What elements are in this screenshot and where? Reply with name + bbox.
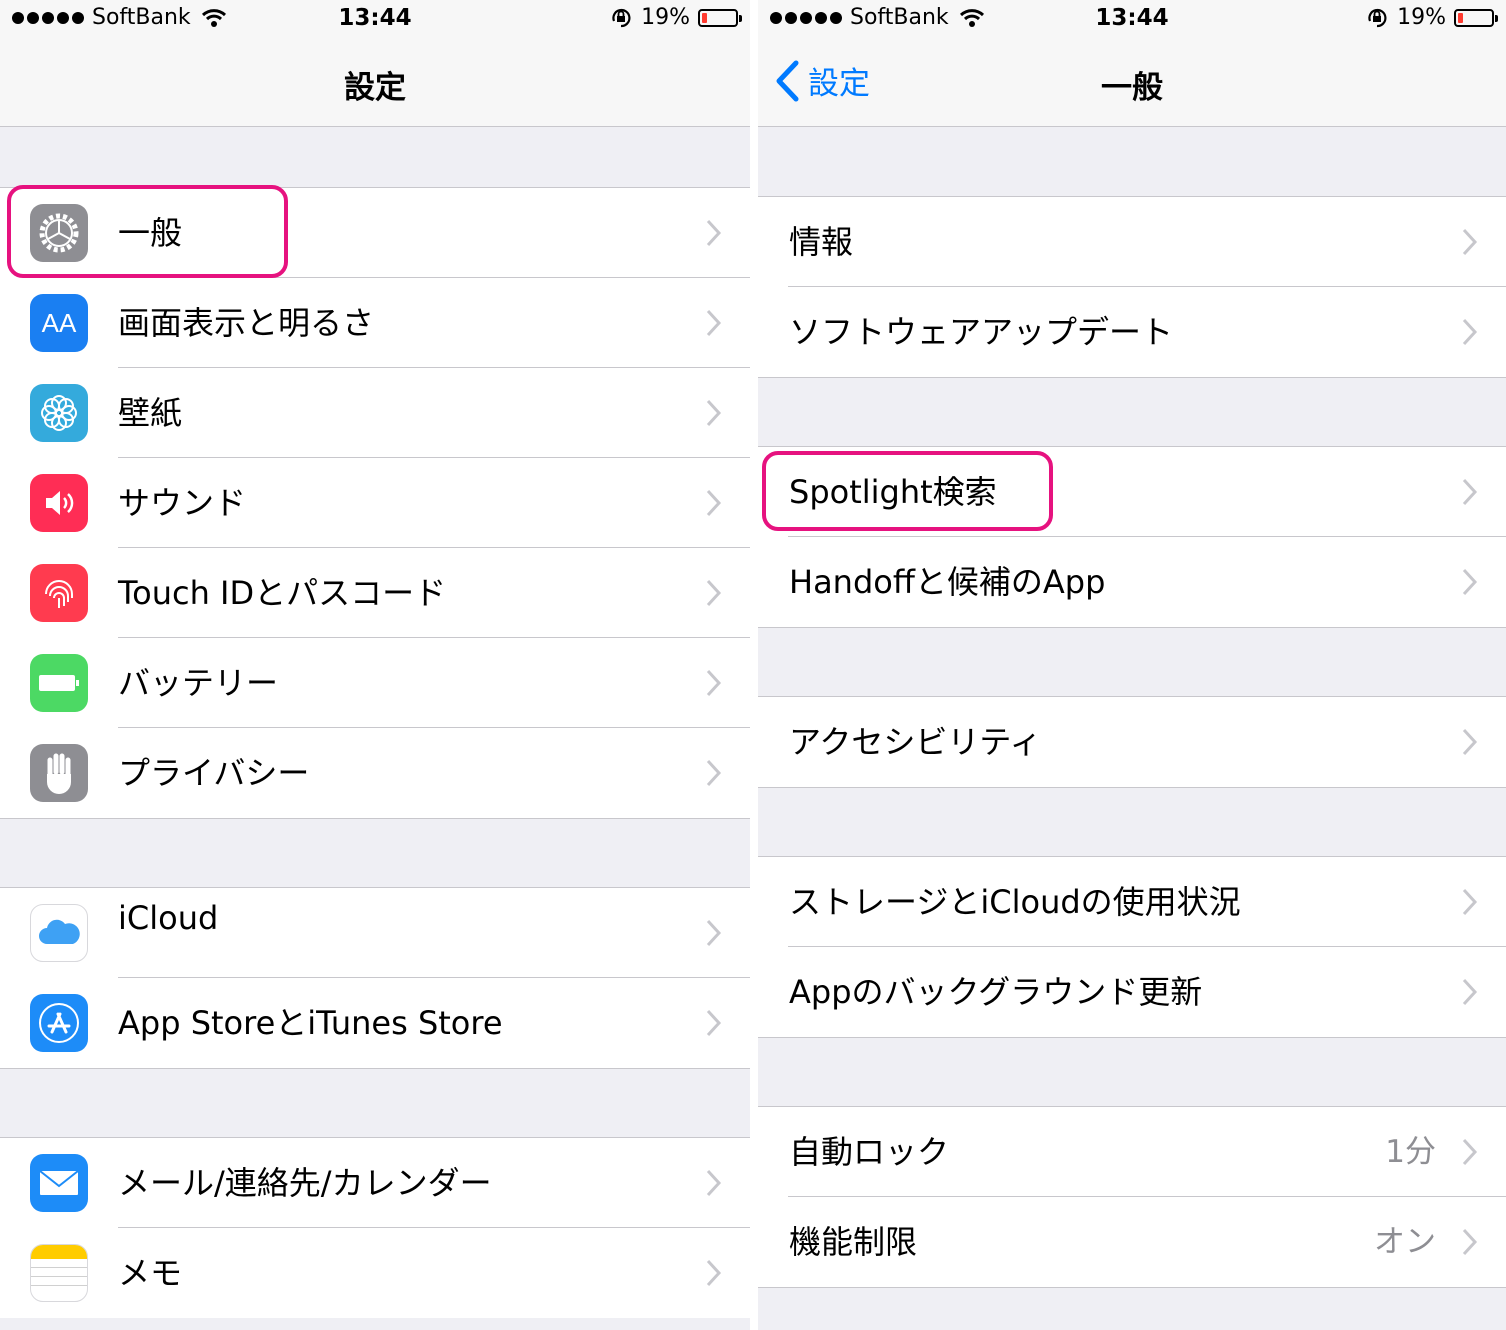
chevron-right-icon [1462, 228, 1478, 256]
chevron-right-icon [706, 759, 722, 787]
settings-item-app-store[interactable]: App StoreとiTunes Store [0, 978, 750, 1068]
flower-icon [30, 384, 88, 442]
chevron-right-icon [1462, 728, 1478, 756]
mail-icon [30, 1154, 88, 1212]
fingerprint-icon [30, 564, 88, 622]
chevron-right-icon [706, 1009, 722, 1037]
battery-icon [698, 8, 742, 27]
general-item-storage-icloud-usage[interactable]: ストレージとiCloudの使用状況 [758, 857, 1506, 947]
settings-item-label: iCloud [118, 899, 219, 937]
settings-item-label: App StoreとiTunes Store [118, 1004, 503, 1042]
settings-item-label: Touch IDとパスコード [118, 574, 447, 612]
settings-item-label: バッテリー [118, 664, 279, 702]
settings-item-sounds[interactable]: サウンド [0, 458, 750, 548]
chevron-right-icon [1462, 568, 1478, 596]
general-item-value: オン [1374, 1224, 1436, 1260]
page-title: 設定 [344, 70, 406, 106]
general-item-label: 機能制限 [789, 1223, 918, 1261]
settings-item-icloud[interactable]: iCloud [0, 888, 750, 978]
settings-item-label: メモ [118, 1254, 183, 1292]
general-item-accessibility[interactable]: アクセシビリティ [758, 697, 1506, 787]
general-group-5: 自動ロック 1分 機能制限 オン [758, 1106, 1506, 1288]
gear-icon [30, 204, 88, 262]
general-group-4: ストレージとiCloudの使用状況 Appのバックグラウンド更新 [758, 856, 1506, 1038]
notes-icon [30, 1244, 88, 1302]
general-item-handoff[interactable]: Handoffと候補のApp [758, 537, 1506, 627]
settings-group-2: iCloud App StoreとiTunes Store [0, 887, 750, 1069]
settings-item-battery[interactable]: バッテリー [0, 638, 750, 728]
chevron-right-icon [1462, 1228, 1478, 1256]
chevron-right-icon [706, 669, 722, 697]
general-item-spotlight-search[interactable]: Spotlight検索 [758, 447, 1506, 537]
general-group-2: Spotlight検索 Handoffと候補のApp [758, 446, 1506, 628]
appstore-icon [30, 994, 88, 1052]
chevron-right-icon [706, 489, 722, 517]
navigation-bar: SoftBank 13:44 19% 設定 [758, 0, 1506, 127]
status-bar: SoftBank 13:44 19% [0, 0, 750, 40]
navigation-bar: SoftBank 13:44 19% 設定 [0, 0, 750, 127]
general-item-label: Spotlight検索 [789, 473, 997, 511]
battery-percent: 19% [641, 5, 690, 30]
general-item-label: ソフトウェアアップデート [789, 313, 1174, 351]
battery-icon [30, 654, 88, 712]
chevron-right-icon [706, 219, 722, 247]
settings-item-label: 壁紙 [118, 394, 183, 432]
general-item-auto-lock[interactable]: 自動ロック 1分 [758, 1107, 1506, 1197]
settings-item-label: 一般 [118, 214, 183, 252]
cloud-icon [30, 904, 88, 962]
general-item-about[interactable]: 情報 [758, 197, 1506, 287]
chevron-right-icon [706, 399, 722, 427]
chevron-right-icon [706, 919, 722, 947]
settings-item-general[interactable]: 一般 [0, 188, 750, 278]
battery-percent: 19% [1397, 5, 1446, 30]
chevron-right-icon [1462, 888, 1478, 916]
battery-icon [1454, 8, 1498, 27]
chevron-right-icon [1462, 1138, 1478, 1166]
settings-item-touch-id[interactable]: Touch IDとパスコード [0, 548, 750, 638]
chevron-right-icon [1462, 478, 1478, 506]
general-item-label: 自動ロック [789, 1133, 950, 1171]
settings-group-1: 一般 AA 画面表示と明るさ 壁紙 サウンド Touch IDとパスコード バッ… [0, 187, 750, 819]
chevron-right-icon [706, 1259, 722, 1287]
chevron-right-icon [706, 579, 722, 607]
page-title: 一般 [1101, 70, 1163, 106]
status-bar: SoftBank 13:44 19% [758, 0, 1506, 40]
settings-item-notes[interactable]: メモ [0, 1228, 750, 1318]
chevron-right-icon [1462, 318, 1478, 346]
rotation-lock-icon [1368, 8, 1387, 27]
speaker-icon [30, 474, 88, 532]
settings-item-label: 画面表示と明るさ [118, 304, 375, 342]
settings-item-label: プライバシー [118, 754, 310, 792]
settings-item-display-brightness[interactable]: AA 画面表示と明るさ [0, 278, 750, 368]
chevron-right-icon [1462, 978, 1478, 1006]
general-item-software-update[interactable]: ソフトウェアアップデート [758, 287, 1506, 377]
hand-icon [30, 744, 88, 802]
general-item-label: アクセシビリティ [789, 723, 1042, 761]
settings-item-mail-contacts-calendars[interactable]: メール/連絡先/カレンダー [0, 1138, 750, 1228]
general-item-label: ストレージとiCloudの使用状況 [789, 883, 1241, 921]
general-item-label: Appのバックグラウンド更新 [789, 973, 1203, 1011]
rotation-lock-icon [612, 8, 631, 27]
general-group-1: 情報 ソフトウェアアップデート [758, 196, 1506, 378]
chevron-right-icon [706, 309, 722, 337]
general-screen: SoftBank 13:44 19% 設定 一般 情報 ソフトウェアアップデート… [758, 0, 1506, 1330]
chevron-right-icon [706, 1169, 722, 1197]
settings-item-privacy[interactable]: プライバシー [0, 728, 750, 818]
general-item-label: Handoffと候補のApp [789, 563, 1106, 601]
general-group-3: アクセシビリティ [758, 696, 1506, 788]
settings-item-label: メール/連絡先/カレンダー [118, 1164, 492, 1202]
settings-item-label: サウンド [118, 484, 247, 522]
settings-group-3: メール/連絡先/カレンダー メモ [0, 1137, 750, 1318]
general-item-value: 1分 [1385, 1134, 1436, 1170]
settings-screen: SoftBank 13:44 19% 設定 一般 AA 画面表示と明るさ 壁紙 … [0, 0, 750, 1330]
general-item-restrictions[interactable]: 機能制限 オン [758, 1197, 1506, 1287]
aa-icon: AA [30, 294, 88, 352]
general-item-label: 情報 [789, 223, 854, 261]
settings-item-wallpaper[interactable]: 壁紙 [0, 368, 750, 458]
general-item-background-app-refresh[interactable]: Appのバックグラウンド更新 [758, 947, 1506, 1037]
